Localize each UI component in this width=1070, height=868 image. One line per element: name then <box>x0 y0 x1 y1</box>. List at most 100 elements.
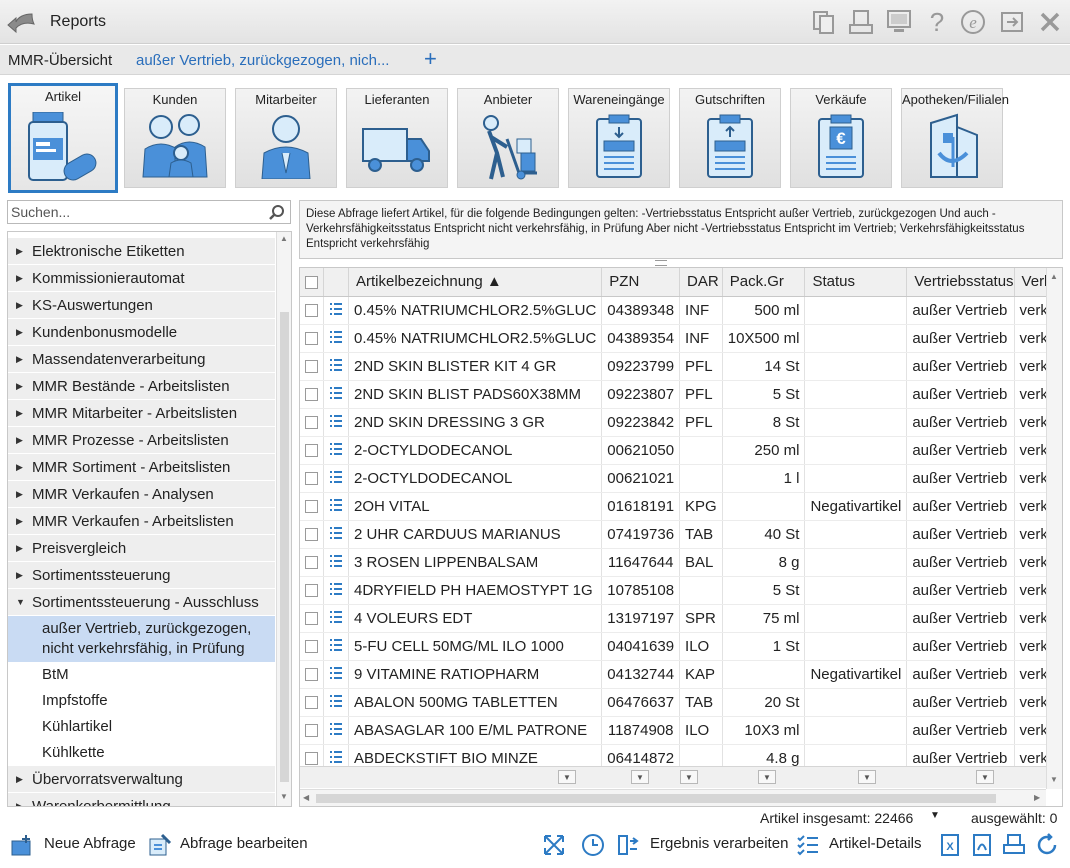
back-icon[interactable] <box>6 8 36 36</box>
total-dropdown-icon[interactable]: ▼ <box>930 810 940 821</box>
column-header-dar[interactable]: DAR <box>679 268 723 297</box>
row-checkbox[interactable] <box>300 520 324 549</box>
tree-subitem-selected[interactable]: außer Vertrieb, zurückgezogen, nicht ver… <box>8 616 275 662</box>
category-kunden-button[interactable]: Kunden <box>124 88 226 188</box>
close-icon[interactable] <box>1036 8 1064 36</box>
tree-item[interactable]: ▶ KS-Auswertungen <box>8 292 275 319</box>
table-row[interactable]: 5-FU CELL 50MG/ML ILO 1000 04041639 ILO 1 S… <box>300 632 1062 661</box>
tree-item[interactable]: ▶ Massendatenverarbeitung <box>8 346 275 373</box>
tree-item[interactable]: ▶ Preisvergleich <box>8 535 275 562</box>
category-mitarbeiter-button[interactable]: Mitarbeiter <box>235 88 337 188</box>
tree-item[interactable]: ▶ Kommissionierautomat <box>8 265 275 292</box>
row-details-icon[interactable] <box>323 632 349 661</box>
table-row[interactable]: 2-OCTYLDODECANOL 00621021 1 l außer Vertrie… <box>300 464 1062 493</box>
tree-subitem[interactable]: Kühlkette <box>8 740 275 766</box>
filter-dropdown-icon[interactable]: ▼ <box>631 770 649 784</box>
new-query-icon[interactable] <box>10 833 34 857</box>
row-details-icon[interactable] <box>323 492 349 521</box>
category-lieferanten-button[interactable]: Lieferanten <box>346 88 448 188</box>
print-icon[interactable] <box>1002 833 1026 857</box>
row-details-icon[interactable] <box>323 604 349 633</box>
tree-item[interactable]: ▶ MMR Verkaufen - Analysen <box>8 481 275 508</box>
splitter-handle[interactable] <box>655 260 667 266</box>
category-gutschriften-button[interactable]: Gutschriften <box>679 88 781 188</box>
pdf-export-icon[interactable] <box>970 833 994 857</box>
row-checkbox[interactable] <box>300 548 324 577</box>
filter-dropdown-icon[interactable]: ▼ <box>758 770 776 784</box>
row-details-icon[interactable] <box>323 324 349 353</box>
row-checkbox[interactable] <box>300 632 324 661</box>
tree-item[interactable]: ▶ Kundenbonusmodelle <box>8 319 275 346</box>
category-verkaeufe-button[interactable]: Verkäufe € <box>790 88 892 188</box>
article-details-icon[interactable] <box>796 833 820 857</box>
excel-export-icon[interactable]: X <box>938 833 962 857</box>
tree-item-expanded[interactable]: ▼ Sortimentssteuerung - Ausschluss <box>8 589 275 616</box>
scroll-left-icon[interactable]: ◀ <box>303 793 309 802</box>
filter-dropdown-icon[interactable]: ▼ <box>976 770 994 784</box>
tree-item[interactable]: ▶ MMR Sortiment - Arbeitslisten <box>8 454 275 481</box>
table-row[interactable]: 2-OCTYLDODECANOL 00621050 250 ml außer Vert… <box>300 436 1062 465</box>
refresh-icon[interactable] <box>1035 833 1059 857</box>
select-all-checkbox[interactable] <box>300 268 324 297</box>
table-row[interactable]: 0.45% NATRIUMCHLOR2.5%GLUC 04389354 INF 10X… <box>300 324 1062 353</box>
row-details-icon[interactable] <box>323 296 349 325</box>
row-checkbox[interactable] <box>300 352 324 381</box>
row-details-icon[interactable] <box>323 464 349 493</box>
tree-subitem[interactable]: Impfstoffe <box>8 688 275 714</box>
edit-query-button[interactable]: Abfrage bearbeiten <box>180 835 308 852</box>
column-header-pzn[interactable]: PZN <box>601 268 681 297</box>
table-row[interactable]: 2ND SKIN BLIST PADS60X38MM 09223807 PFL 5 S… <box>300 380 1062 409</box>
process-result-icon[interactable] <box>616 833 640 857</box>
export-icon[interactable] <box>998 8 1026 36</box>
table-row[interactable]: 3 ROSEN LIPPENBALSAM 11647644 BAL 8 g außer … <box>300 548 1062 577</box>
row-checkbox[interactable] <box>300 604 324 633</box>
tree-item[interactable]: ▶ MMR Mitarbeiter - Arbeitslisten <box>8 400 275 427</box>
table-row[interactable]: 2ND SKIN DRESSING 3 GR 09223842 PFL 8 St auß… <box>300 408 1062 437</box>
column-header-status[interactable]: Status <box>804 268 908 297</box>
table-row[interactable]: 4 VOLEURS EDT 13197197 SPR 75 ml außer Vertr… <box>300 604 1062 633</box>
tree-item[interactable]: ▶ MMR Prozesse - Arbeitslisten <box>8 427 275 454</box>
column-header-artikelbezeichnung[interactable]: Artikelbezeichnung ▲ <box>348 268 603 297</box>
row-checkbox[interactable] <box>300 660 324 689</box>
tree-scrollbar[interactable]: ▲ ▼ <box>276 232 291 806</box>
scroll-down-icon[interactable]: ▼ <box>280 792 288 801</box>
filter-dropdown-icon[interactable]: ▼ <box>858 770 876 784</box>
row-details-icon[interactable] <box>323 660 349 689</box>
scroll-down-icon[interactable]: ▼ <box>1050 775 1058 784</box>
clock-icon[interactable] <box>581 833 605 857</box>
new-query-button[interactable]: Neue Abfrage <box>44 835 136 852</box>
info-icon[interactable]: e <box>959 8 987 36</box>
row-checkbox[interactable] <box>300 296 324 325</box>
row-checkbox[interactable] <box>300 576 324 605</box>
table-row[interactable]: ABALON 500MG TABLETTEN 06476637 TAB 20 St au… <box>300 688 1062 717</box>
column-header-vertriebsstatus[interactable]: Vertriebsstatus <box>906 268 1015 297</box>
search-icon[interactable] <box>268 204 286 222</box>
tab-current-query[interactable]: außer Vertrieb, zurückgezogen, nich... <box>136 52 389 69</box>
row-details-icon[interactable] <box>323 576 349 605</box>
tree-item[interactable]: ▶ Sortimentssteuerung <box>8 562 275 589</box>
table-row[interactable]: 2OH VITAL 01618191 KPG Negativartikel außer … <box>300 492 1062 521</box>
row-checkbox[interactable] <box>300 492 324 521</box>
tree-subitem[interactable]: Kühlartikel <box>8 714 275 740</box>
help-icon[interactable]: ? <box>923 8 951 36</box>
tree-item[interactable]: ▶ MMR Bestände - Arbeitslisten <box>8 373 275 400</box>
table-row[interactable]: 0.45% NATRIUMCHLOR2.5%GLUC 04389348 INF 500… <box>300 296 1062 325</box>
row-checkbox[interactable] <box>300 436 324 465</box>
print-preview-icon[interactable] <box>847 8 875 36</box>
row-checkbox[interactable] <box>300 716 324 745</box>
tree-subitem[interactable]: BtM <box>8 662 275 688</box>
table-row[interactable]: ABASAGLAR 100 E/ML PATRONE 11874908 ILO 10X… <box>300 716 1062 745</box>
edit-query-icon[interactable] <box>148 833 172 857</box>
tree-item[interactable]: ▶ Warenkorbermittlung <box>8 793 275 806</box>
row-details-icon[interactable] <box>323 520 349 549</box>
table-row[interactable]: 2ND SKIN BLISTER KIT 4 GR 09223799 PFL 14 S… <box>300 352 1062 381</box>
table-row[interactable]: 2 UHR CARDUUS MARIANUS 07419736 TAB 40 St au… <box>300 520 1062 549</box>
filter-dropdown-icon[interactable]: ▼ <box>558 770 576 784</box>
tree-item[interactable]: ▶ Übervorratsverwaltung <box>8 766 275 793</box>
filter-dropdown-icon[interactable]: ▼ <box>680 770 698 784</box>
row-details-icon[interactable] <box>323 408 349 437</box>
scroll-up-icon[interactable]: ▲ <box>280 234 288 243</box>
row-details-icon[interactable] <box>323 688 349 717</box>
row-checkbox[interactable] <box>300 324 324 353</box>
row-details-icon[interactable] <box>323 352 349 381</box>
